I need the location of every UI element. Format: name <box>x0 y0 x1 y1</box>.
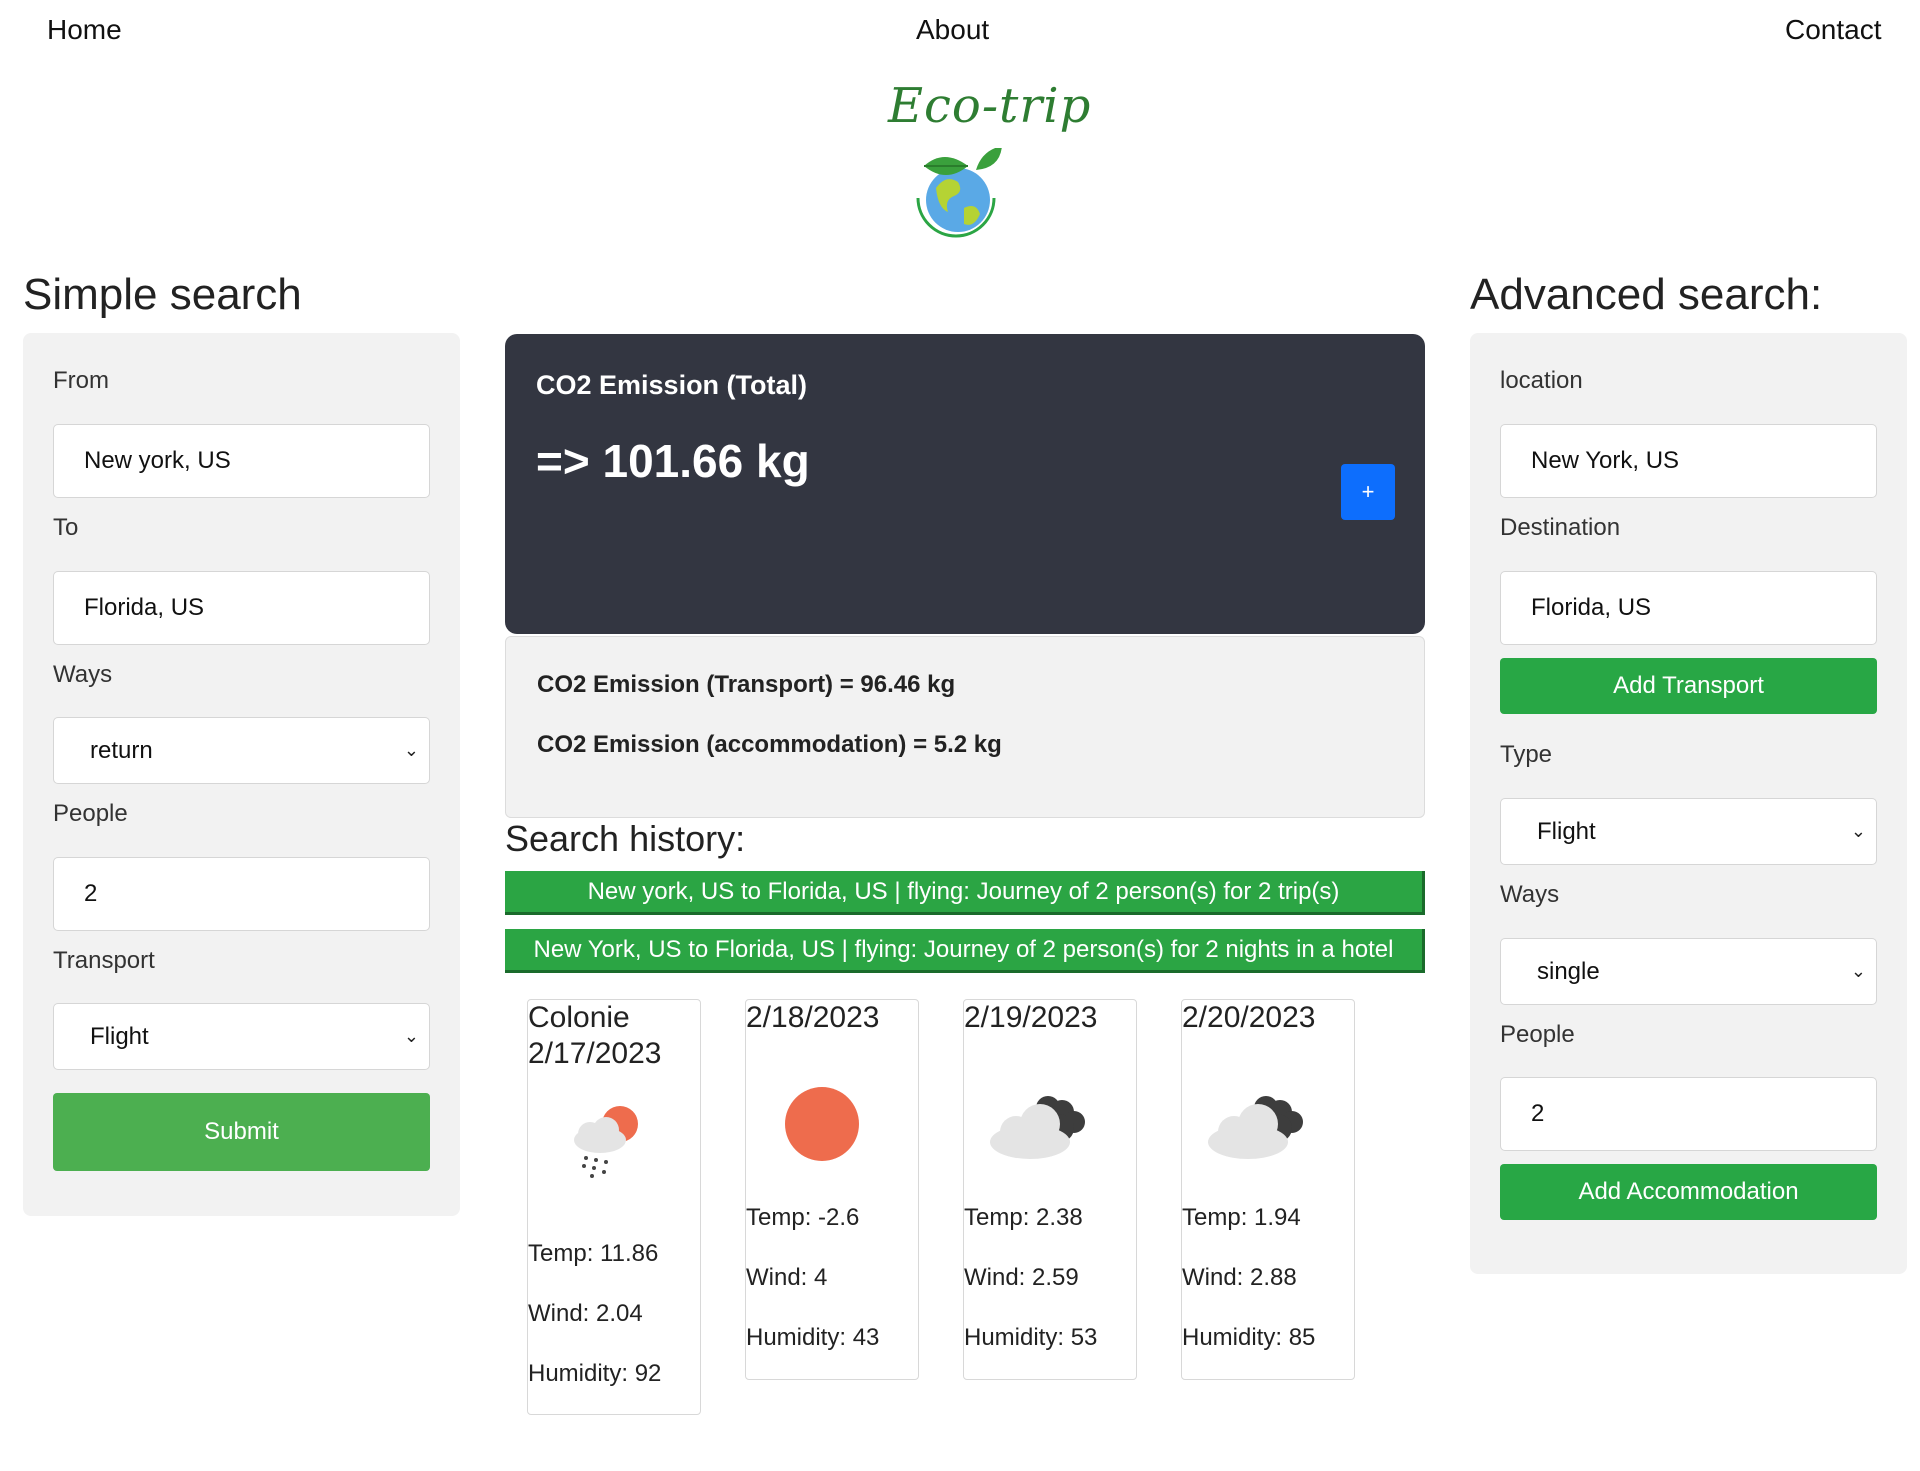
history-item[interactable]: New york, US to Florida, US | flying: Jo… <box>505 871 1425 915</box>
nav-home-link[interactable]: Home <box>47 14 122 46</box>
cloudy-icon <box>1208 1096 1303 1159</box>
to-input[interactable] <box>53 571 430 645</box>
advanced-people-label: People <box>1500 1021 1575 1048</box>
co2-breakdown: CO2 Emission (Transport) = 96.46 kg CO2 … <box>505 636 1425 818</box>
type-select-value: Flight <box>1537 817 1596 845</box>
advanced-people-input[interactable] <box>1500 1077 1877 1151</box>
advanced-ways-label: Ways <box>1500 881 1560 908</box>
transport-select-value: Flight <box>90 1022 149 1050</box>
sun-icon <box>785 1087 859 1161</box>
chevron-down-icon: ⌄ <box>403 740 419 760</box>
add-accommodation-button[interactable]: Add Accommodation <box>1500 1164 1877 1220</box>
search-history-title: Search history: <box>505 818 746 859</box>
location-input[interactable] <box>1500 424 1877 498</box>
weather-location: Colonie <box>528 1001 630 1034</box>
co2-transport-line: CO2 Emission (Transport) = 96.46 kg <box>537 671 956 698</box>
destination-input[interactable] <box>1500 571 1877 645</box>
co2-total-card: CO2 Emission (Total) => 101.66 kg + <box>505 334 1425 634</box>
globe-leaf-logo-icon <box>916 148 1002 238</box>
weather-card: 2/18/2023 Temp: -2.6 Wind: 4 Humidity: 4… <box>745 999 919 1380</box>
weather-card-title: Colonie 2/17/2023 <box>528 1000 661 1072</box>
ways-select[interactable]: return ⌄ <box>53 717 430 784</box>
co2-total-value: => 101.66 kg <box>536 435 810 487</box>
weather-humidity: Humidity: 53 <box>964 1324 1098 1351</box>
from-input[interactable] <box>53 424 430 498</box>
weather-temp: Temp: 11.86 <box>528 1240 659 1267</box>
people-label: People <box>53 800 128 827</box>
ways-label: Ways <box>53 661 113 688</box>
weather-wind: Wind: 2.59 <box>964 1264 1079 1291</box>
add-transport-button[interactable]: Add Transport <box>1500 658 1877 714</box>
logo-text: Eco-trip <box>888 78 1092 134</box>
submit-button[interactable]: Submit <box>53 1093 430 1171</box>
advanced-ways-select-value: single <box>1537 957 1600 985</box>
type-label: Type <box>1500 741 1553 768</box>
rain-sun-icon <box>574 1106 638 1178</box>
destination-label: Destination <box>1500 514 1621 541</box>
chevron-down-icon: ⌄ <box>1850 961 1866 981</box>
advanced-search-title: Advanced search: <box>1470 270 1823 319</box>
cloudy-icon <box>990 1096 1085 1159</box>
weather-temp: Temp: -2.6 <box>746 1204 860 1231</box>
co2-total-title: CO2 Emission (Total) <box>536 370 808 400</box>
weather-wind: Wind: 4 <box>746 1264 828 1291</box>
weather-card: 2/19/2023 Temp: 2.38 Wind: 2.59 Humidity… <box>963 999 1137 1380</box>
weather-date: 2/18/2023 <box>746 1001 880 1034</box>
nav-contact-link[interactable]: Contact <box>1785 14 1882 46</box>
weather-date: 2/17/2023 <box>528 1037 662 1070</box>
people-input[interactable] <box>53 857 430 931</box>
co2-accommodation-line: CO2 Emission (accommodation) = 5.2 kg <box>537 731 1002 758</box>
transport-label: Transport <box>53 947 155 974</box>
to-label: To <box>53 514 79 541</box>
weather-card: Colonie 2/17/2023 Temp: 11.86 Wind: 2.04… <box>527 999 701 1415</box>
chevron-down-icon: ⌄ <box>1850 821 1866 841</box>
advanced-ways-select[interactable]: single ⌄ <box>1500 938 1877 1005</box>
weather-wind: Wind: 2.04 <box>528 1300 643 1327</box>
weather-humidity: Humidity: 92 <box>528 1360 662 1387</box>
history-item[interactable]: New York, US to Florida, US | flying: Jo… <box>505 929 1425 973</box>
weather-wind: Wind: 2.88 <box>1182 1264 1297 1291</box>
transport-select[interactable]: Flight ⌄ <box>53 1003 430 1070</box>
simple-search-title: Simple search <box>23 270 302 319</box>
weather-card: 2/20/2023 Temp: 1.94 Wind: 2.88 Humidity… <box>1181 999 1355 1380</box>
from-label: From <box>53 367 109 394</box>
weather-temp: Temp: 2.38 <box>964 1204 1083 1231</box>
weather-date: 2/20/2023 <box>1182 1001 1316 1034</box>
nav-about-link[interactable]: About <box>916 14 989 46</box>
chevron-down-icon: ⌄ <box>403 1026 419 1046</box>
weather-humidity: Humidity: 43 <box>746 1324 880 1351</box>
weather-humidity: Humidity: 85 <box>1182 1324 1316 1351</box>
location-label: location <box>1500 367 1583 394</box>
weather-temp: Temp: 1.94 <box>1182 1204 1301 1231</box>
add-button[interactable]: + <box>1341 464 1395 520</box>
ways-select-value: return <box>90 736 153 764</box>
weather-date: 2/19/2023 <box>964 1001 1098 1034</box>
type-select[interactable]: Flight ⌄ <box>1500 798 1877 865</box>
